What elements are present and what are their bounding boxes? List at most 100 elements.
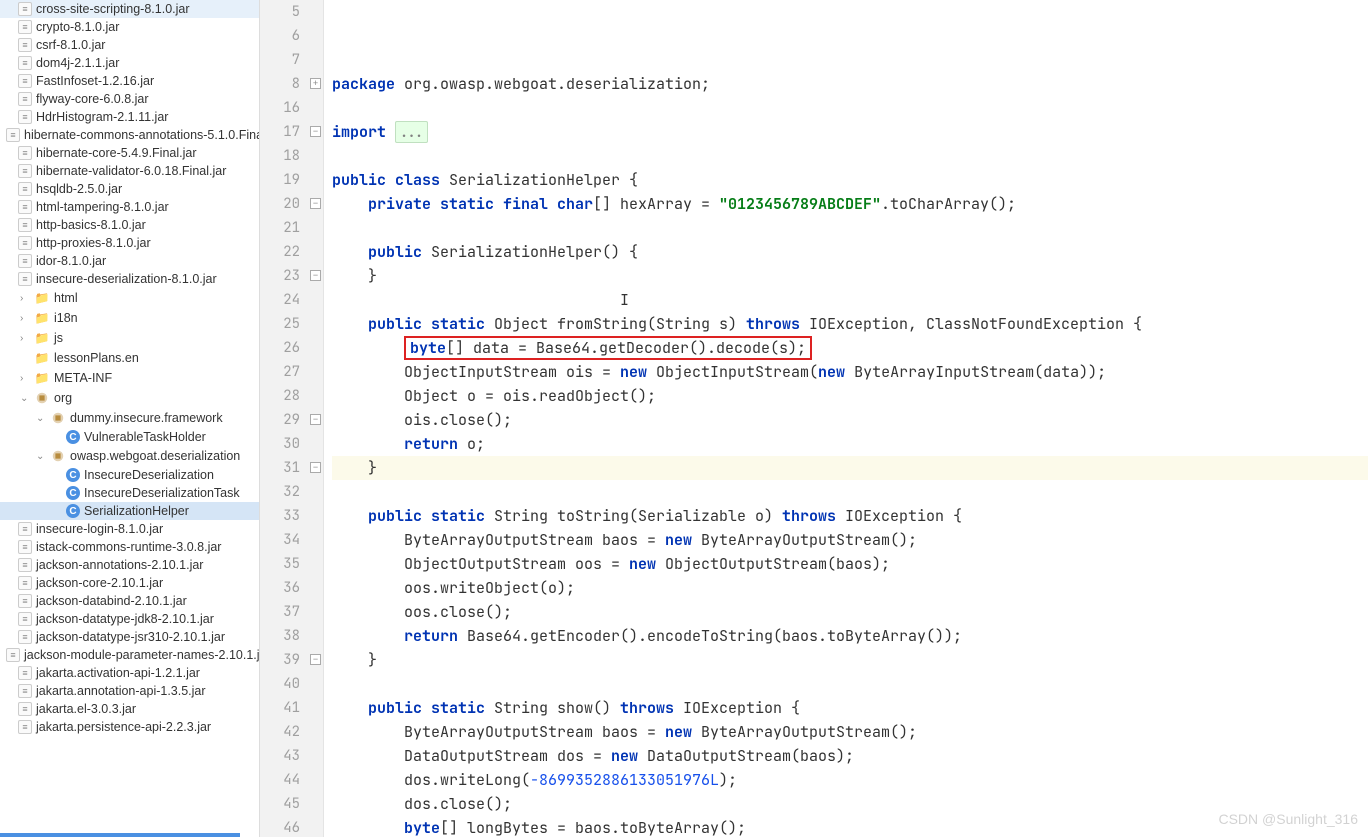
code-line[interactable]: ois.close(); — [332, 408, 1368, 432]
tree-item-jar[interactable]: jackson-module-parameter-names-2.10.1.ja… — [0, 646, 259, 664]
tree-item-jar[interactable]: jakarta.annotation-api-1.3.5.jar — [0, 682, 259, 700]
code-line[interactable] — [332, 672, 1368, 696]
line-number: 6 — [260, 24, 300, 48]
tree-item-class[interactable]: SerializationHelper — [0, 502, 259, 520]
code-line[interactable] — [332, 480, 1368, 504]
tree-expander-icon[interactable]: › — [20, 333, 32, 344]
project-tree-panel[interactable]: cross-site-scripting-8.1.0.jarcrypto-8.1… — [0, 0, 260, 837]
tree-item-jar[interactable]: jackson-datatype-jdk8-2.10.1.jar — [0, 610, 259, 628]
tree-item-jar[interactable]: flyway-core-6.0.8.jar — [0, 90, 259, 108]
code-line[interactable]: I — [332, 288, 1368, 312]
code-editor[interactable]: 5678161718192021222324252627282930313233… — [260, 0, 1368, 837]
fold-toggle-icon[interactable]: − — [310, 414, 321, 425]
code-line[interactable]: DataOutputStream dos = new DataOutputStr… — [332, 744, 1368, 768]
code-line[interactable]: public class SerializationHelper { — [332, 168, 1368, 192]
tree-item-class[interactable]: InsecureDeserialization — [0, 466, 259, 484]
tree-item-jar[interactable]: http-basics-8.1.0.jar — [0, 216, 259, 234]
keyword-token: private static final char — [332, 194, 593, 214]
tree-item-jar[interactable]: cross-site-scripting-8.1.0.jar — [0, 0, 259, 18]
tree-item-jar[interactable]: hibernate-core-5.4.9.Final.jar — [0, 144, 259, 162]
tree-expander-icon[interactable]: ⌄ — [20, 393, 32, 404]
tree-expander-icon[interactable]: › — [20, 313, 32, 324]
code-line[interactable]: ByteArrayOutputStream baos = new ByteArr… — [332, 720, 1368, 744]
code-line[interactable]: dos.writeLong(-8699352886133051976L); — [332, 768, 1368, 792]
tree-item-package[interactable]: ⌄owasp.webgoat.deserialization — [0, 446, 259, 466]
code-line[interactable]: } — [332, 456, 1368, 480]
code-line[interactable]: package org.owasp.webgoat.deserializatio… — [332, 72, 1368, 96]
tree-expander-icon[interactable]: › — [20, 373, 32, 384]
code-line[interactable]: Object o = ois.readObject(); — [332, 384, 1368, 408]
tree-item-jar[interactable]: jackson-datatype-jsr310-2.10.1.jar — [0, 628, 259, 646]
keyword-token: new — [620, 362, 647, 382]
tree-item-folder[interactable]: ›html — [0, 288, 259, 308]
tree-item-folder[interactable]: ›js — [0, 328, 259, 348]
fold-toggle-icon[interactable]: + — [310, 78, 321, 89]
code-line[interactable]: return Base64.getEncoder().encodeToStrin… — [332, 624, 1368, 648]
code-line[interactable]: return o; — [332, 432, 1368, 456]
code-line[interactable] — [332, 48, 1368, 72]
folded-import-icon[interactable]: ... — [395, 121, 428, 143]
tree-item-jar[interactable]: jackson-databind-2.10.1.jar — [0, 592, 259, 610]
tree-item-jar[interactable]: html-tampering-8.1.0.jar — [0, 198, 259, 216]
fold-column[interactable]: + − − − − − − — [308, 0, 324, 837]
fold-toggle-icon[interactable]: − — [310, 126, 321, 137]
code-line[interactable]: public static String toString(Serializab… — [332, 504, 1368, 528]
tree-item-jar[interactable]: jakarta.activation-api-1.2.1.jar — [0, 664, 259, 682]
code-line[interactable]: public static String show() throws IOExc… — [332, 696, 1368, 720]
code-line[interactable]: } — [332, 264, 1368, 288]
tree-item-jar[interactable]: jakarta.el-3.0.3.jar — [0, 700, 259, 718]
code-line[interactable]: private static final char[] hexArray = "… — [332, 192, 1368, 216]
tree-item-jar[interactable]: csrf-8.1.0.jar — [0, 36, 259, 54]
code-line[interactable] — [332, 216, 1368, 240]
tree-item-jar[interactable]: insecure-deserialization-8.1.0.jar — [0, 270, 259, 288]
tree-item-jar[interactable]: HdrHistogram-2.1.11.jar — [0, 108, 259, 126]
jar-icon — [18, 720, 32, 734]
fold-toggle-icon[interactable]: − — [310, 198, 321, 209]
tree-item-jar[interactable]: jackson-annotations-2.10.1.jar — [0, 556, 259, 574]
tree-item-folder[interactable]: lessonPlans.en — [0, 348, 259, 368]
jar-icon — [18, 218, 32, 232]
tree-item-class[interactable]: InsecureDeserializationTask — [0, 484, 259, 502]
tree-item-folder[interactable]: ›i18n — [0, 308, 259, 328]
code-line[interactable]: ObjectOutputStream oos = new ObjectOutpu… — [332, 552, 1368, 576]
tree-expander-icon[interactable]: ⌄ — [36, 413, 48, 424]
tree-item-jar[interactable]: idor-8.1.0.jar — [0, 252, 259, 270]
code-line[interactable]: import ... — [332, 120, 1368, 144]
project-tree[interactable]: cross-site-scripting-8.1.0.jarcrypto-8.1… — [0, 0, 259, 736]
tree-item-jar[interactable]: jackson-core-2.10.1.jar — [0, 574, 259, 592]
code-line[interactable]: public static Object fromString(String s… — [332, 312, 1368, 336]
code-line[interactable]: oos.writeObject(o); — [332, 576, 1368, 600]
tree-item-jar[interactable]: insecure-login-8.1.0.jar — [0, 520, 259, 538]
code-line[interactable] — [332, 96, 1368, 120]
tree-item-jar[interactable]: hsqldb-2.5.0.jar — [0, 180, 259, 198]
fold-toggle-icon[interactable]: − — [310, 270, 321, 281]
tree-expander-icon[interactable]: › — [20, 293, 32, 304]
tree-expander-icon[interactable]: ⌄ — [36, 451, 48, 462]
code-line[interactable] — [332, 144, 1368, 168]
tree-item-jar[interactable]: http-proxies-8.1.0.jar — [0, 234, 259, 252]
tree-item-jar[interactable]: istack-commons-runtime-3.0.8.jar — [0, 538, 259, 556]
fold-toggle-icon[interactable]: − — [310, 654, 321, 665]
tree-item-package[interactable]: ⌄org — [0, 388, 259, 408]
tree-item-label: HdrHistogram-2.1.11.jar — [36, 110, 168, 124]
code-line[interactable]: ObjectInputStream ois = new ObjectInputS… — [332, 360, 1368, 384]
tree-item-jar[interactable]: jakarta.persistence-api-2.2.3.jar — [0, 718, 259, 736]
code-line[interactable]: byte[] longBytes = baos.toByteArray(); — [332, 816, 1368, 837]
tree-item-jar[interactable]: FastInfoset-1.2.16.jar — [0, 72, 259, 90]
tree-item-jar[interactable]: crypto-8.1.0.jar — [0, 18, 259, 36]
fold-toggle-icon[interactable]: − — [310, 462, 321, 473]
code-area[interactable]: package org.owasp.webgoat.deserializatio… — [324, 0, 1368, 837]
code-line[interactable]: byte[] data = Base64.getDecoder().decode… — [332, 336, 1368, 360]
code-line[interactable]: public SerializationHelper() { — [332, 240, 1368, 264]
tree-item-package[interactable]: ⌄dummy.insecure.framework — [0, 408, 259, 428]
tree-item-jar[interactable]: dom4j-2.1.1.jar — [0, 54, 259, 72]
code-line[interactable]: ByteArrayOutputStream baos = new ByteArr… — [332, 528, 1368, 552]
tree-item-class[interactable]: VulnerableTaskHolder — [0, 428, 259, 446]
code-line[interactable]: } — [332, 648, 1368, 672]
tree-item-jar[interactable]: hibernate-commons-annotations-5.1.0.Fina… — [0, 126, 259, 144]
tree-item-jar[interactable]: hibernate-validator-6.0.18.Final.jar — [0, 162, 259, 180]
tree-item-folder[interactable]: ›META-INF — [0, 368, 259, 388]
code-line[interactable]: oos.close(); — [332, 600, 1368, 624]
code-line[interactable]: dos.close(); — [332, 792, 1368, 816]
jar-icon — [18, 74, 32, 88]
